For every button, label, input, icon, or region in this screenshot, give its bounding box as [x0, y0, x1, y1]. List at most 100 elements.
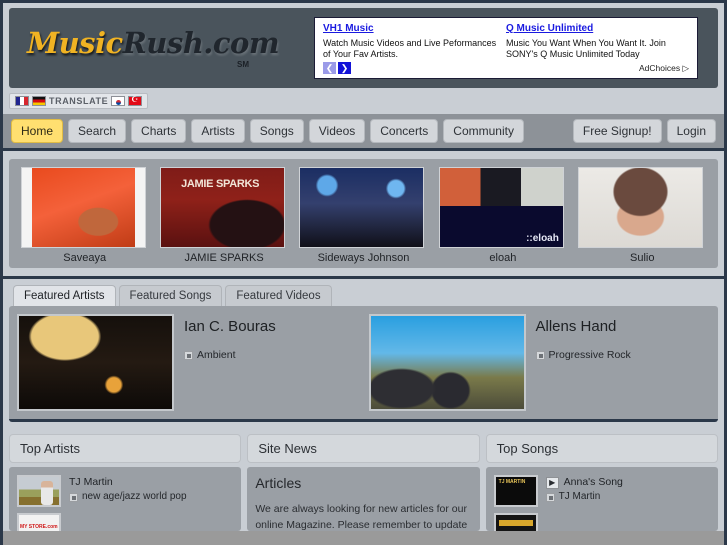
top-songs-header: Top Songs — [485, 434, 718, 463]
bottom-columns: Top Artists TJ Martin new age/jazz world… — [3, 428, 724, 531]
tab-featured-artists[interactable]: Featured Artists — [13, 285, 116, 306]
top-song-row[interactable] — [493, 513, 710, 531]
flag-france-icon[interactable] — [15, 96, 29, 106]
nav-item-artists[interactable]: Artists — [191, 119, 245, 143]
main-navigation: Home Search Charts Artists Songs Videos … — [3, 114, 724, 151]
artist-name: Sulio — [630, 252, 655, 264]
nav-item-concerts[interactable]: Concerts — [370, 119, 439, 143]
featured-artist-name[interactable]: Allens Hand — [536, 318, 631, 335]
strip-item-jamie-sparks[interactable]: JAMIE SPARKS — [160, 167, 288, 264]
top-song-title[interactable]: Anna's Song — [564, 475, 623, 490]
logo-rush-text: Rush.com — [122, 26, 280, 60]
strip-item-sideways-johnson[interactable]: Sideways Johnson — [299, 167, 427, 264]
ad-left-title-link[interactable]: VH1 Music — [323, 23, 374, 36]
artist-strip: Saveaya JAMIE SPARKS Sideways Johnson el… — [9, 159, 718, 268]
top-song-artist[interactable]: TJ Martin — [559, 490, 601, 505]
ad-next-arrow-icon[interactable]: ❯ — [338, 62, 351, 74]
news-article-title: Articles — [255, 475, 302, 491]
top-artists-list: TJ Martin new age/jazz world pop — [9, 467, 242, 531]
news-article-body: We are always looking for new articles f… — [255, 503, 468, 531]
artist-name: eloah — [489, 252, 517, 264]
logo-servicemark: SM — [237, 60, 249, 69]
nav-item-charts[interactable]: Charts — [131, 119, 187, 143]
featured-artist-thumbnail[interactable] — [17, 314, 174, 411]
strip-item-saveaya[interactable]: Saveaya — [20, 167, 149, 264]
featured-artist-genre: Ambient — [197, 349, 236, 361]
featured-artist-genre: Progressive Rock — [548, 349, 631, 361]
ad-right-title-link[interactable]: Q Music Unlimited — [506, 23, 593, 36]
flag-germany-icon[interactable] — [32, 96, 46, 106]
top-song-title-row: ▶ Anna's Song — [545, 475, 623, 490]
top-song-artist-row: TJ Martin — [545, 490, 623, 505]
tab-featured-songs[interactable]: Featured Songs — [118, 285, 223, 306]
artist-thumbnail[interactable] — [578, 167, 704, 248]
top-artists-header: Top Artists — [9, 434, 242, 463]
site-news-body: Articles We are always looking for new a… — [247, 467, 480, 531]
play-icon[interactable]: ▶ — [545, 476, 559, 489]
featured-panel: Ian C. Bouras Ambient Allens Hand Progre… — [9, 306, 718, 422]
adchoices-link[interactable]: AdChoices ▷ — [639, 63, 689, 74]
nav-item-videos[interactable]: Videos — [308, 119, 366, 143]
nav-item-home[interactable]: Home — [11, 119, 64, 143]
top-artist-genre: new age/jazz world pop — [82, 491, 187, 503]
top-song-thumbnail[interactable] — [493, 475, 538, 507]
header-banner: MusicRush.com SM VH1 Music Watch Music V… — [9, 8, 718, 88]
featured-artist-genre-row: Ambient — [184, 349, 276, 361]
site-header: MusicRush.com SM VH1 Music Watch Music V… — [3, 3, 724, 93]
ad-pager: ❮ ❯ — [323, 62, 351, 74]
nav-item-community[interactable]: Community — [443, 119, 524, 143]
tab-featured-videos[interactable]: Featured Videos — [225, 285, 332, 306]
top-artist-row[interactable]: TJ Martin new age/jazz world pop — [17, 475, 233, 507]
nav-item-songs[interactable]: Songs — [249, 119, 304, 143]
featured-artist-thumbnail[interactable] — [368, 314, 526, 411]
translate-bar[interactable]: TRANSLATE — [9, 93, 149, 109]
page-root: MusicRush.com SM VH1 Music Watch Music V… — [0, 0, 727, 545]
artist-strip-section: Saveaya JAMIE SPARKS Sideways Johnson el… — [3, 151, 724, 279]
site-news-header: Site News — [247, 434, 480, 463]
ad-left-body: Watch Music Videos and Live Peformances … — [323, 37, 497, 59]
featured-artist-card[interactable]: Allens Hand Progressive Rock — [368, 314, 711, 411]
artist-thumbnail[interactable] — [160, 167, 286, 248]
featured-artist-info: Allens Hand Progressive Rock — [535, 314, 631, 411]
artist-thumbnail[interactable] — [20, 167, 146, 248]
featured-tabs: Featured Artists Featured Songs Featured… — [13, 285, 714, 306]
top-artist-info: TJ Martin new age/jazz world pop — [69, 475, 187, 507]
top-song-thumbnail[interactable] — [493, 513, 538, 531]
featured-artist-genre-row: Progressive Rock — [535, 349, 631, 361]
top-artist-genre-row: new age/jazz world pop — [69, 490, 187, 505]
bullet-square-icon — [545, 492, 555, 502]
ad-footer: ❮ ❯ AdChoices ▷ — [323, 62, 689, 74]
featured-artist-name[interactable]: Ian C. Bouras — [184, 318, 276, 335]
site-logo[interactable]: MusicRush.com SM — [27, 18, 280, 78]
top-artist-row[interactable] — [17, 513, 233, 531]
flag-turkey-icon[interactable] — [128, 95, 143, 106]
flag-south-korea-icon[interactable] — [111, 96, 126, 106]
login-button[interactable]: Login — [666, 119, 716, 143]
bullet-square-icon — [535, 350, 545, 360]
featured-artist-card[interactable]: Ian C. Bouras Ambient — [17, 314, 359, 411]
nav-account-items: Free Signup! Login — [572, 119, 716, 143]
logo-music-text: Music — [27, 26, 123, 60]
free-signup-button[interactable]: Free Signup! — [572, 119, 662, 143]
top-artist-name[interactable]: TJ Martin — [69, 475, 187, 490]
strip-item-sulio[interactable]: Sulio — [578, 167, 706, 264]
bullet-square-icon — [184, 350, 193, 360]
top-song-row[interactable]: ▶ Anna's Song TJ Martin — [493, 475, 710, 507]
translate-row: TRANSLATE — [3, 93, 724, 114]
artist-name: Saveaya — [63, 252, 107, 264]
ad-banner[interactable]: VH1 Music Watch Music Videos and Live Pe… — [314, 17, 698, 79]
column-site-news: Site News Articles We are always looking… — [247, 434, 480, 531]
nav-item-search[interactable]: Search — [68, 119, 127, 143]
featured-section: Ian C. Bouras Ambient Allens Hand Progre… — [3, 306, 724, 428]
featured-tabs-row: Featured Artists Featured Songs Featured… — [3, 279, 724, 306]
bullet-square-icon — [69, 492, 78, 502]
artist-thumbnail[interactable] — [438, 167, 564, 248]
artist-thumbnail[interactable] — [299, 167, 425, 248]
ad-prev-arrow-icon[interactable]: ❮ — [323, 62, 336, 74]
top-songs-list: ▶ Anna's Song TJ Martin — [485, 467, 718, 531]
top-artist-thumbnail[interactable] — [17, 513, 61, 531]
column-top-songs: Top Songs ▶ Anna's Song TJ Martin — [485, 434, 718, 531]
strip-item-eloah[interactable]: eloah — [438, 167, 567, 264]
featured-artist-info: Ian C. Bouras Ambient — [184, 314, 276, 411]
top-artist-thumbnail[interactable] — [17, 475, 61, 507]
